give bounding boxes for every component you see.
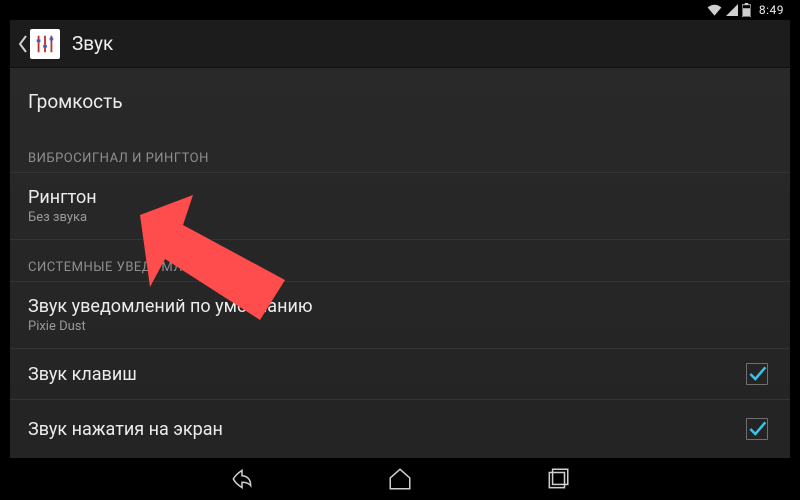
chevron-left-icon	[18, 34, 28, 54]
touch-title: Звук нажатия на экран	[28, 419, 223, 440]
check-icon	[747, 364, 767, 384]
ringtone-subtitle: Без звука	[28, 210, 97, 225]
notification-title: Звук уведомлений по умолчанию	[28, 296, 313, 317]
status-bar: 8:49	[10, 0, 790, 20]
ringtone-title: Рингтон	[28, 187, 97, 208]
navigation-bar	[10, 458, 790, 500]
notification-sound-setting[interactable]: Звук уведомлений по умолчанию Pixie Dust	[10, 282, 790, 349]
check-icon	[747, 419, 767, 439]
touch-checkbox[interactable]	[746, 418, 768, 440]
battery-icon	[742, 3, 751, 17]
dialpad-title: Звук клавиш	[28, 364, 137, 385]
nav-recents-icon	[545, 466, 571, 492]
notification-subtitle: Pixie Dust	[28, 319, 313, 334]
nav-home-button[interactable]	[386, 465, 414, 493]
ringtone-setting[interactable]: Рингтон Без звука	[10, 173, 790, 240]
dialpad-checkbox[interactable]	[746, 363, 768, 385]
volume-label: Громкость	[28, 90, 123, 113]
nav-recents-button[interactable]	[544, 465, 572, 493]
nav-back-icon	[229, 466, 255, 492]
dialpad-sound-setting[interactable]: Звук клавиш	[10, 349, 790, 400]
wifi-icon	[707, 4, 722, 16]
back-button[interactable]	[18, 29, 60, 59]
section-header-system: СИСТЕМНЫЕ УВЕДОМЛЕНИЯ	[10, 240, 790, 282]
volume-setting[interactable]: Громкость	[10, 68, 790, 131]
status-time: 8:49	[759, 3, 784, 17]
page-title: Звук	[72, 32, 113, 55]
equalizer-app-icon	[30, 29, 60, 59]
signal-icon	[726, 4, 738, 16]
nav-back-button[interactable]	[228, 465, 256, 493]
section-header-vibro: ВИБРОСИГНАЛ И РИНГТОН	[10, 131, 790, 173]
touch-sound-setting[interactable]: Звук нажатия на экран	[10, 400, 790, 442]
settings-list: Громкость ВИБРОСИГНАЛ И РИНГТОН Рингтон …	[10, 68, 790, 442]
nav-home-icon	[387, 466, 413, 492]
action-bar: Звук	[10, 20, 790, 68]
